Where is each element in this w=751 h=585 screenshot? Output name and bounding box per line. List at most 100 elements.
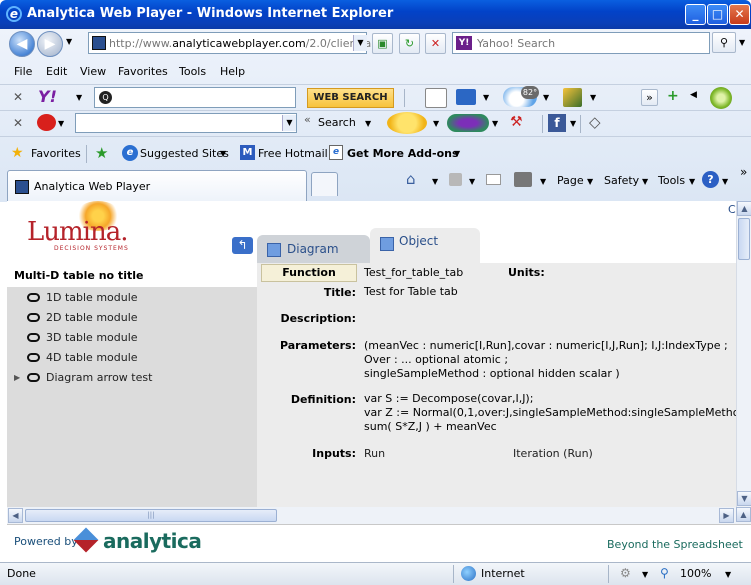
search-options-chevron-icon[interactable]: ▼ — [739, 38, 745, 47]
stop-icon[interactable]: ✕ — [425, 33, 446, 54]
free-hotmail-link[interactable]: Free Hotmail — [258, 147, 328, 160]
sidebar-item-3d-table[interactable]: 3D table module — [27, 331, 138, 344]
feeds-icon[interactable] — [449, 173, 462, 186]
close-button[interactable]: ✕ — [729, 4, 750, 25]
menu-view[interactable]: View — [80, 65, 106, 78]
safety-menu[interactable]: Safety — [604, 174, 639, 187]
input-link-iteration[interactable]: Iteration (Run) — [513, 447, 593, 461]
home-chevron-icon[interactable]: ▼ — [432, 177, 438, 186]
menu-help[interactable]: Help — [220, 65, 245, 78]
zoom-level[interactable]: 100% — [680, 567, 711, 580]
smiley-icon[interactable] — [387, 112, 427, 134]
sidebar-item-diagram-arrow-test[interactable]: Diagram arrow test — [27, 371, 152, 384]
search-chevron-icon[interactable]: ▼ — [365, 119, 371, 128]
addon-search-dropdown-icon[interactable]: ▼ — [282, 115, 296, 131]
search-arrows-icon[interactable]: « — [304, 113, 311, 126]
menu-edit[interactable]: Edit — [46, 65, 67, 78]
search-go-icon[interactable]: ⚲ — [712, 32, 736, 53]
yahoo-search-input[interactable]: Q — [94, 87, 296, 108]
search-button[interactable]: Search — [318, 116, 356, 129]
address-dropdown-icon[interactable]: ▼ — [353, 35, 367, 51]
feeds-chevron-icon[interactable]: ▼ — [469, 177, 475, 186]
tools-chevron-icon[interactable]: ▼ — [689, 177, 695, 186]
add-icon[interactable]: + — [667, 88, 679, 104]
print-icon[interactable] — [514, 172, 532, 187]
yahoo-menu-chevron-icon[interactable]: ▼ — [76, 93, 82, 102]
web-search-button[interactable]: WEB SEARCH — [307, 88, 394, 108]
addons-chevron-icon[interactable]: ▼ — [454, 149, 460, 158]
tab-object[interactable]: Object — [370, 228, 480, 263]
page-menu[interactable]: Page — [557, 174, 584, 187]
favorites-button[interactable]: Favorites — [31, 147, 81, 160]
addon-search-input[interactable]: ▼ — [75, 113, 297, 133]
vertical-scroll-thumb[interactable] — [738, 218, 750, 260]
close-addon-toolbar-icon[interactable]: ✕ — [13, 116, 23, 130]
new-tab-button[interactable] — [311, 172, 338, 196]
vertical-scrollbar[interactable]: ▲ ▼ — [736, 201, 751, 507]
notepad-icon[interactable] — [425, 88, 447, 108]
compatibility-view-icon[interactable]: ▣ — [372, 33, 393, 54]
address-bar[interactable]: http://www.analyticawebplayer.com/2.0/cl… — [88, 32, 371, 54]
recent-pages-chevron-icon[interactable]: ▼ — [66, 37, 72, 46]
read-mail-icon[interactable] — [486, 174, 501, 185]
back-button[interactable]: ◀ — [9, 31, 35, 57]
horizontal-scroll-thumb[interactable]: ||| — [25, 509, 277, 522]
horizontal-scrollbar[interactable]: ◀ ||| ▶ — [7, 507, 736, 524]
devil-face-icon[interactable] — [37, 114, 56, 131]
minimize-button[interactable]: _ — [685, 4, 706, 25]
tools-menu[interactable]: Tools — [658, 174, 685, 187]
protected-mode-icon[interactable]: ⚙ — [620, 566, 631, 580]
scroll-up-icon[interactable]: ▲ — [737, 201, 751, 216]
input-link-run[interactable]: Run — [364, 447, 385, 461]
facebook-chevron-icon[interactable]: ▼ — [570, 119, 576, 128]
scroll-left-arrow-icon[interactable]: ◀ — [8, 508, 23, 523]
games-icon[interactable] — [563, 88, 582, 107]
eyes-chevron-icon[interactable]: ▼ — [492, 119, 498, 128]
more-commands-icon[interactable]: » — [740, 165, 747, 179]
search-box[interactable]: Y! Yahoo! Search — [452, 32, 710, 54]
sidebar-item-1d-table[interactable]: 1D table module — [27, 291, 138, 304]
print-chevron-icon[interactable]: ▼ — [540, 177, 546, 186]
maximize-button[interactable]: □ — [707, 4, 728, 25]
sidebar-item-2d-table[interactable]: 2D table module — [27, 311, 138, 324]
tab-diagram[interactable]: Diagram — [257, 235, 370, 263]
settings-gear-icon[interactable] — [710, 87, 732, 109]
more-buttons-icon[interactable]: » — [641, 89, 658, 106]
eyes-icon[interactable] — [447, 114, 489, 132]
paint-tool-icon[interactable]: ⚒ — [510, 114, 534, 132]
smiley-chevron-icon[interactable]: ▼ — [433, 119, 439, 128]
eraser-icon[interactable]: ◇ — [589, 113, 601, 131]
scroll-right-arrow-icon[interactable]: ▶ — [719, 508, 734, 523]
menu-favorites[interactable]: Favorites — [118, 65, 168, 78]
games-chevron-icon[interactable]: ▼ — [590, 93, 596, 102]
scroll-down-icon[interactable]: ▼ — [737, 491, 751, 506]
page-chevron-icon[interactable]: ▼ — [587, 177, 593, 186]
zoom-icon[interactable]: ⚲ — [660, 566, 669, 580]
up-level-icon[interactable]: ↰ — [232, 237, 253, 254]
zoom-chevron-icon[interactable]: ▼ — [725, 570, 731, 579]
add-favorite-icon[interactable]: ★ — [95, 144, 108, 162]
safety-chevron-icon[interactable]: ▼ — [642, 177, 648, 186]
menu-tools[interactable]: Tools — [179, 65, 206, 78]
menu-file[interactable]: File — [14, 65, 32, 78]
yahoo-logo-icon[interactable]: Y! — [38, 87, 57, 106]
weather-chevron-icon[interactable]: ▼ — [543, 93, 549, 102]
suggested-chevron-icon[interactable]: ▼ — [220, 149, 226, 158]
devil-chevron-icon[interactable]: ▼ — [58, 119, 64, 128]
close-toolbar-icon[interactable]: ✕ — [13, 90, 23, 104]
help-chevron-icon[interactable]: ▼ — [722, 177, 728, 186]
mail-icon[interactable] — [456, 89, 476, 105]
get-addons-link[interactable]: Get More Add-ons — [347, 147, 459, 160]
tab-analytica-web-player[interactable]: Analytica Web Player — [7, 170, 307, 201]
suggested-sites-link[interactable]: Suggested Sites — [140, 147, 229, 160]
page-scroll-up-icon[interactable]: ▲ — [736, 507, 751, 522]
facebook-icon[interactable]: f — [548, 114, 566, 132]
scroll-left-icon[interactable]: ◀ — [690, 90, 697, 100]
forward-button[interactable]: ▶ — [37, 31, 63, 57]
sidebar-item-4d-table[interactable]: 4D table module — [27, 351, 138, 364]
protected-mode-chevron-icon[interactable]: ▼ — [642, 570, 648, 579]
mail-chevron-icon[interactable]: ▼ — [483, 93, 489, 102]
refresh-icon[interactable]: ↻ — [399, 33, 420, 54]
home-icon[interactable]: ⌂ — [406, 170, 416, 188]
expand-arrow-icon[interactable]: ▶ — [14, 373, 20, 382]
